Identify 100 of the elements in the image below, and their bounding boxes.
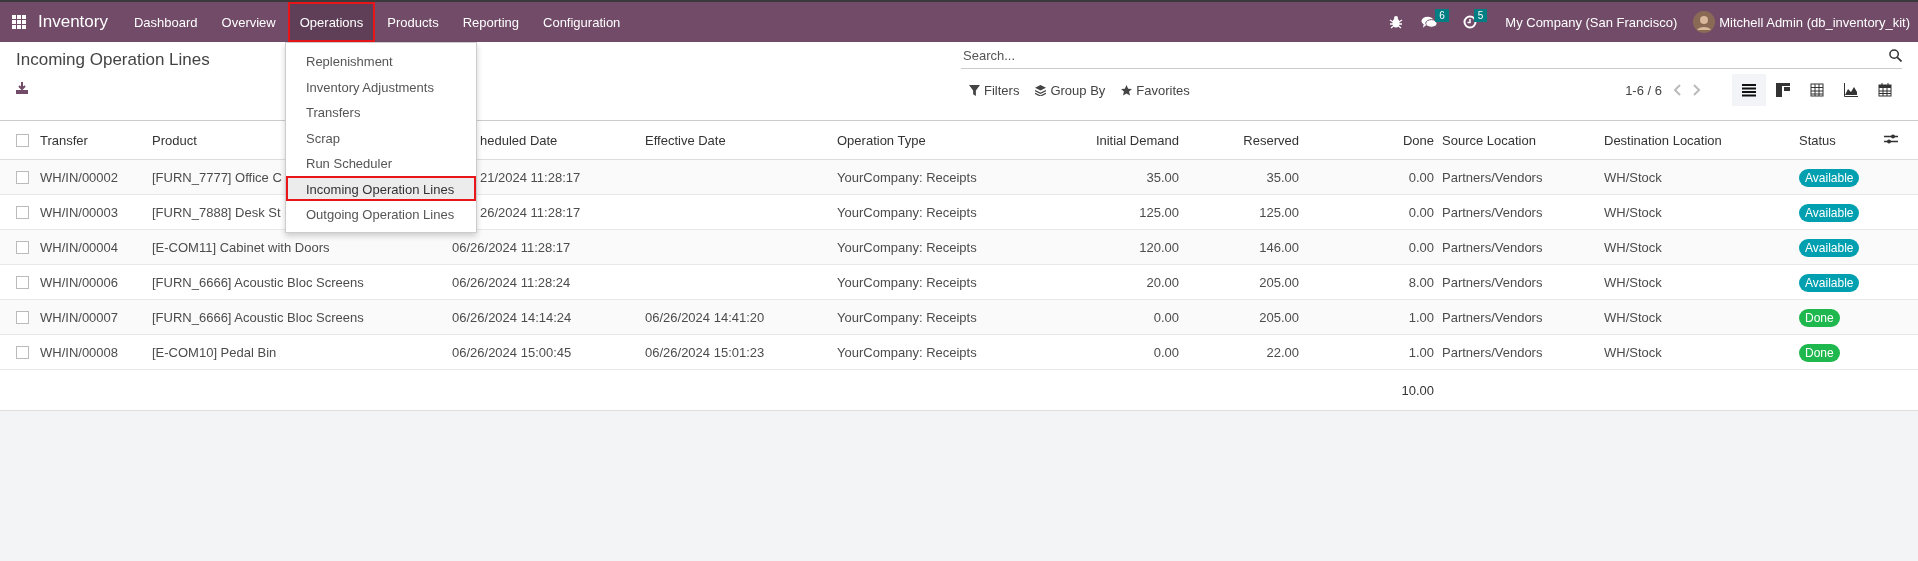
dropdown-item[interactable]: Transfers	[286, 99, 476, 125]
table-cell: 0.00	[1408, 169, 1434, 185]
table-cell: 35.00	[1266, 169, 1299, 185]
menu-item[interactable]: Dashboard	[121, 2, 210, 42]
dropdown-item[interactable]: Incoming Operation Lines	[286, 175, 476, 201]
checkbox[interactable]	[16, 345, 29, 359]
table-cell: [FURN_6666] Acoustic Bloc Screens	[152, 274, 364, 290]
column-header[interactable]: Status	[1799, 132, 1836, 148]
total-value: 10.00	[1401, 382, 1434, 398]
table-cell: WH/Stock	[1604, 309, 1662, 325]
layers-icon	[1035, 84, 1047, 96]
app-name[interactable]: Inventory	[38, 12, 108, 32]
table-cell: 06/26/2024 14:14:24	[452, 309, 572, 325]
table-cell: [E-COM11] Cabinet with Doors	[152, 239, 330, 255]
table-cell: 35.00	[1146, 169, 1179, 185]
table-cell: WH/Stock	[1604, 344, 1662, 360]
calendar-icon	[1878, 83, 1892, 97]
table-cell: 146.00	[1259, 239, 1299, 255]
menu-item[interactable]: Reporting	[450, 2, 531, 42]
column-header[interactable]: Initial Demand	[1095, 132, 1179, 148]
star-icon	[1121, 84, 1133, 96]
dropdown-item[interactable]: Scrap	[286, 124, 476, 150]
table-cell: 125.00	[1139, 204, 1179, 220]
table-cell: Partners/Vendors	[1442, 204, 1543, 220]
table-cell: 0.00	[1408, 239, 1434, 255]
count-badge: 6	[1435, 9, 1449, 22]
table-cell: YourCompany: Receipts	[837, 274, 977, 290]
checkbox[interactable]	[16, 205, 29, 219]
column-header[interactable]: heduled Date	[480, 132, 558, 148]
table-cell: YourCompany: Receipts	[837, 239, 977, 255]
menu-item[interactable]: Operations	[287, 2, 376, 42]
checkbox[interactable]	[16, 240, 29, 254]
table-cell: Partners/Vendors	[1442, 239, 1543, 255]
table-cell: 06/26/2024 11:28:24	[452, 274, 571, 290]
table-cell: 1.00	[1408, 309, 1434, 325]
view-switch-button[interactable]	[1732, 74, 1766, 106]
menu-item[interactable]: Overview	[209, 2, 288, 42]
clock-icon[interactable]	[1462, 15, 1477, 29]
dropdown-item[interactable]: Inventory Adjustments	[286, 73, 476, 99]
table-cell: 26/2024 11:28:17	[480, 204, 581, 220]
column-header[interactable]: Source Location	[1442, 132, 1536, 148]
column-header[interactable]: Reserved	[1243, 132, 1299, 148]
table-cell: YourCompany: Receipts	[837, 309, 977, 325]
checkbox[interactable]	[16, 310, 29, 324]
table-cell: 1.00	[1408, 344, 1434, 360]
column-header[interactable]: Effective Date	[645, 132, 726, 148]
table-cell: Partners/Vendors	[1442, 309, 1543, 325]
table-cell: 21/2024 11:28:17	[480, 169, 581, 185]
table-cell: 06/26/2024 15:01:23	[645, 344, 765, 360]
table-cell: Partners/Vendors	[1442, 274, 1543, 290]
dropdown-item[interactable]: Replenishment	[286, 48, 476, 74]
filter-button[interactable]: Filters	[961, 77, 1028, 103]
table-cell: [E-COM10] Pedal Bin	[152, 344, 277, 360]
avatar[interactable]	[1693, 11, 1716, 33]
column-header[interactable]: Product	[152, 132, 197, 148]
table-cell: Partners/Vendors	[1442, 344, 1543, 360]
column-header[interactable]: Destination Location	[1604, 132, 1722, 148]
column-header[interactable]: Transfer	[40, 132, 88, 148]
search-icon[interactable]	[1889, 49, 1902, 62]
status-badge: Available	[1799, 203, 1860, 222]
settings-sliders-icon[interactable]	[1884, 132, 1898, 145]
area-chart-icon	[1844, 83, 1858, 97]
column-header[interactable]: Operation Type	[837, 132, 926, 148]
table-cell: 06/26/2024 14:41:20	[645, 309, 765, 325]
table-cell: 8.00	[1408, 274, 1434, 290]
status-badge: Done	[1799, 343, 1840, 362]
dropdown-item[interactable]: Run Scheduler	[286, 150, 476, 176]
menu-item[interactable]: Configuration	[531, 2, 633, 42]
filter-icon	[969, 84, 980, 96]
table-cell: 0.00	[1153, 344, 1179, 360]
table-cell: 0.00	[1408, 204, 1434, 220]
menu-item[interactable]: Products	[375, 2, 451, 42]
apps-menu-icon[interactable]	[12, 15, 26, 29]
status-badge: Available	[1799, 273, 1860, 292]
table-cell: Partners/Vendors	[1442, 169, 1543, 185]
checkbox[interactable]	[16, 133, 29, 147]
table-cell: 125.00	[1259, 204, 1299, 220]
table-cell: WH/Stock	[1604, 274, 1662, 290]
checkbox[interactable]	[16, 170, 29, 184]
table-cell: WH/IN/00008	[40, 344, 119, 360]
bug-icon[interactable]	[1389, 15, 1404, 29]
user-menu[interactable]: Mitchell Admin (db_inventory_kit)	[1719, 14, 1910, 30]
table-cell: 120.00	[1139, 239, 1179, 255]
company-switcher[interactable]: My Company (San Francisco)	[1505, 14, 1678, 30]
table-cell: [FURN_6666] Acoustic Bloc Screens	[152, 309, 364, 325]
dropdown-item[interactable]: Outgoing Operation Lines	[286, 201, 476, 227]
table-cell: [FURN_7888] Desk St	[152, 204, 281, 220]
grid-view-icon	[1810, 83, 1824, 97]
table-cell: 20.00	[1146, 274, 1179, 290]
filter-button[interactable]: Group By	[1027, 77, 1114, 103]
table-cell: YourCompany: Receipts	[837, 344, 977, 360]
filter-button[interactable]: Favorites	[1113, 77, 1198, 103]
page-title: Incoming Operation Lines	[16, 50, 210, 70]
checkbox[interactable]	[16, 275, 29, 289]
table-cell: WH/IN/00006	[40, 274, 119, 290]
table-cell: WH/IN/00004	[40, 239, 119, 255]
column-header[interactable]: Done	[1402, 132, 1434, 148]
table-cell: WH/Stock	[1604, 239, 1662, 255]
table-cell: WH/IN/00007	[40, 309, 119, 325]
download-icon[interactable]	[16, 82, 28, 94]
